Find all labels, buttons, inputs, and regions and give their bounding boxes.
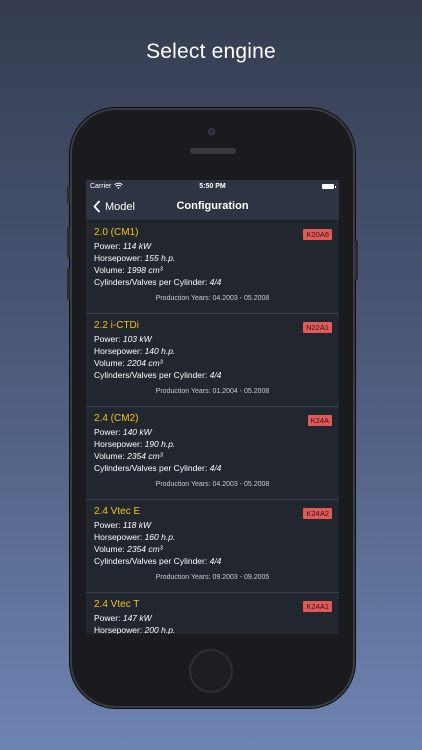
engine-code-badge: K20A6 bbox=[303, 229, 332, 240]
volume-value: 2354 cm³ bbox=[127, 544, 163, 554]
volume-line: Volume: 1998 cm³ bbox=[94, 265, 163, 275]
front-camera bbox=[208, 128, 215, 135]
power-value: 118 kW bbox=[122, 520, 152, 530]
power-line: Power: 147 kW bbox=[94, 613, 152, 623]
cylinders-value: 4/4 bbox=[209, 370, 222, 380]
engine-name: 2.4 Vtec T bbox=[94, 599, 140, 610]
engine-code-badge: N22A1 bbox=[303, 322, 332, 333]
power-value: 114 kW bbox=[122, 241, 152, 251]
volume-line: Volume: 2354 cm³ bbox=[94, 544, 163, 554]
battery-icon bbox=[322, 184, 336, 189]
power-line: Power: 118 kW bbox=[94, 520, 152, 530]
volume-line: Volume: 2204 cm³ bbox=[94, 358, 163, 368]
volume-up-button bbox=[67, 226, 70, 258]
engine-row[interactable]: 2.0 (CM1) K20A6 Power: 114 kW Horsepower… bbox=[86, 221, 339, 314]
production-years: Production Years: 01.2004 - 05.2008 bbox=[155, 388, 270, 395]
status-time: 5:50 PM bbox=[199, 183, 226, 190]
volume-line: Volume: 2354 cm³ bbox=[94, 451, 163, 461]
horsepower-value: 200 h.p. bbox=[144, 625, 176, 634]
cylinders-value: 4/4 bbox=[209, 463, 222, 473]
volume-value: 1998 cm³ bbox=[127, 265, 163, 275]
horsepower-line: Horsepower: 200 h.p. bbox=[94, 625, 176, 634]
horsepower-value: 160 h.p. bbox=[144, 532, 176, 542]
screen: Carrier 5:50 PM Model Configuration 2.0 … bbox=[86, 180, 339, 634]
volume-value: 2204 cm³ bbox=[127, 358, 163, 368]
production-years-value: 04.2003 - 05.2008 bbox=[212, 295, 270, 302]
power-line: Power: 103 kW bbox=[94, 334, 152, 344]
production-years-value: 04.2003 - 05.2008 bbox=[212, 481, 270, 488]
cylinders-line: Cylinders/Valves per Cylinder: 4/4 bbox=[94, 370, 222, 380]
engine-row[interactable]: 2.2 i-CTDi N22A1 Power: 103 kW Horsepowe… bbox=[86, 314, 339, 407]
mute-switch bbox=[67, 186, 70, 204]
power-line: Power: 114 kW bbox=[94, 241, 152, 251]
engine-code-badge: K24A1 bbox=[303, 601, 332, 612]
engine-row[interactable]: 2.4 (CM2) K24A Power: 140 kW Horsepower:… bbox=[86, 407, 339, 500]
horsepower-line: Horsepower: 155 h.p. bbox=[94, 253, 176, 263]
power-value: 103 kW bbox=[122, 334, 152, 344]
engine-name: 2.2 i-CTDi bbox=[94, 320, 140, 331]
status-bar: Carrier 5:50 PM bbox=[86, 180, 339, 194]
engine-code-badge: K24A bbox=[307, 415, 332, 426]
cylinders-line: Cylinders/Valves per Cylinder: 4/4 bbox=[94, 463, 222, 473]
cylinders-line: Cylinders/Valves per Cylinder: 4/4 bbox=[94, 277, 222, 287]
power-button bbox=[355, 240, 358, 280]
power-value: 140 kW bbox=[122, 427, 152, 437]
horsepower-line: Horsepower: 140 h.p. bbox=[94, 346, 176, 356]
volume-value: 2354 cm³ bbox=[127, 451, 163, 461]
engine-list: 2.0 (CM1) K20A6 Power: 114 kW Horsepower… bbox=[86, 221, 339, 634]
production-years: Production Years: 04.2003 - 05.2008 bbox=[155, 295, 270, 302]
horsepower-value: 155 h.p. bbox=[144, 253, 176, 263]
cylinders-value: 4/4 bbox=[209, 556, 222, 566]
engine-name: 2.0 (CM1) bbox=[94, 227, 139, 238]
horsepower-value: 190 h.p. bbox=[144, 439, 176, 449]
engine-row[interactable]: 2.4 Vtec E K24A2 Power: 118 kW Horsepowe… bbox=[86, 500, 339, 593]
earpiece-speaker bbox=[190, 148, 236, 154]
nav-title: Configuration bbox=[176, 200, 249, 212]
phone-frame: Carrier 5:50 PM Model Configuration 2.0 … bbox=[67, 108, 358, 708]
power-line: Power: 140 kW bbox=[94, 427, 152, 437]
engine-row[interactable]: 2.4 Vtec T K24A1 Power: 147 kW Horsepowe… bbox=[86, 593, 339, 634]
cylinders-line: Cylinders/Valves per Cylinder: 4/4 bbox=[94, 556, 222, 566]
production-years: Production Years: 04.2003 - 05.2008 bbox=[155, 481, 270, 488]
headline: Select engine bbox=[146, 40, 276, 63]
engine-name: 2.4 (CM2) bbox=[94, 413, 139, 424]
production-years-value: 01.2004 - 05.2008 bbox=[212, 388, 270, 395]
production-years-value: 09.2003 - 09.2005 bbox=[212, 574, 270, 581]
horsepower-value: 140 h.p. bbox=[144, 346, 176, 356]
engine-code-badge: K24A2 bbox=[303, 508, 332, 519]
home-button[interactable] bbox=[189, 649, 233, 693]
cylinders-value: 4/4 bbox=[209, 277, 222, 287]
production-years: Production Years: 09.2003 - 09.2005 bbox=[155, 574, 270, 581]
horsepower-line: Horsepower: 160 h.p. bbox=[94, 532, 176, 542]
power-value: 147 kW bbox=[122, 613, 152, 623]
volume-down-button bbox=[67, 268, 70, 300]
navigation-bar: Model Configuration bbox=[86, 194, 339, 221]
engine-name: 2.4 Vtec E bbox=[94, 506, 141, 517]
horsepower-line: Horsepower: 190 h.p. bbox=[94, 439, 176, 449]
